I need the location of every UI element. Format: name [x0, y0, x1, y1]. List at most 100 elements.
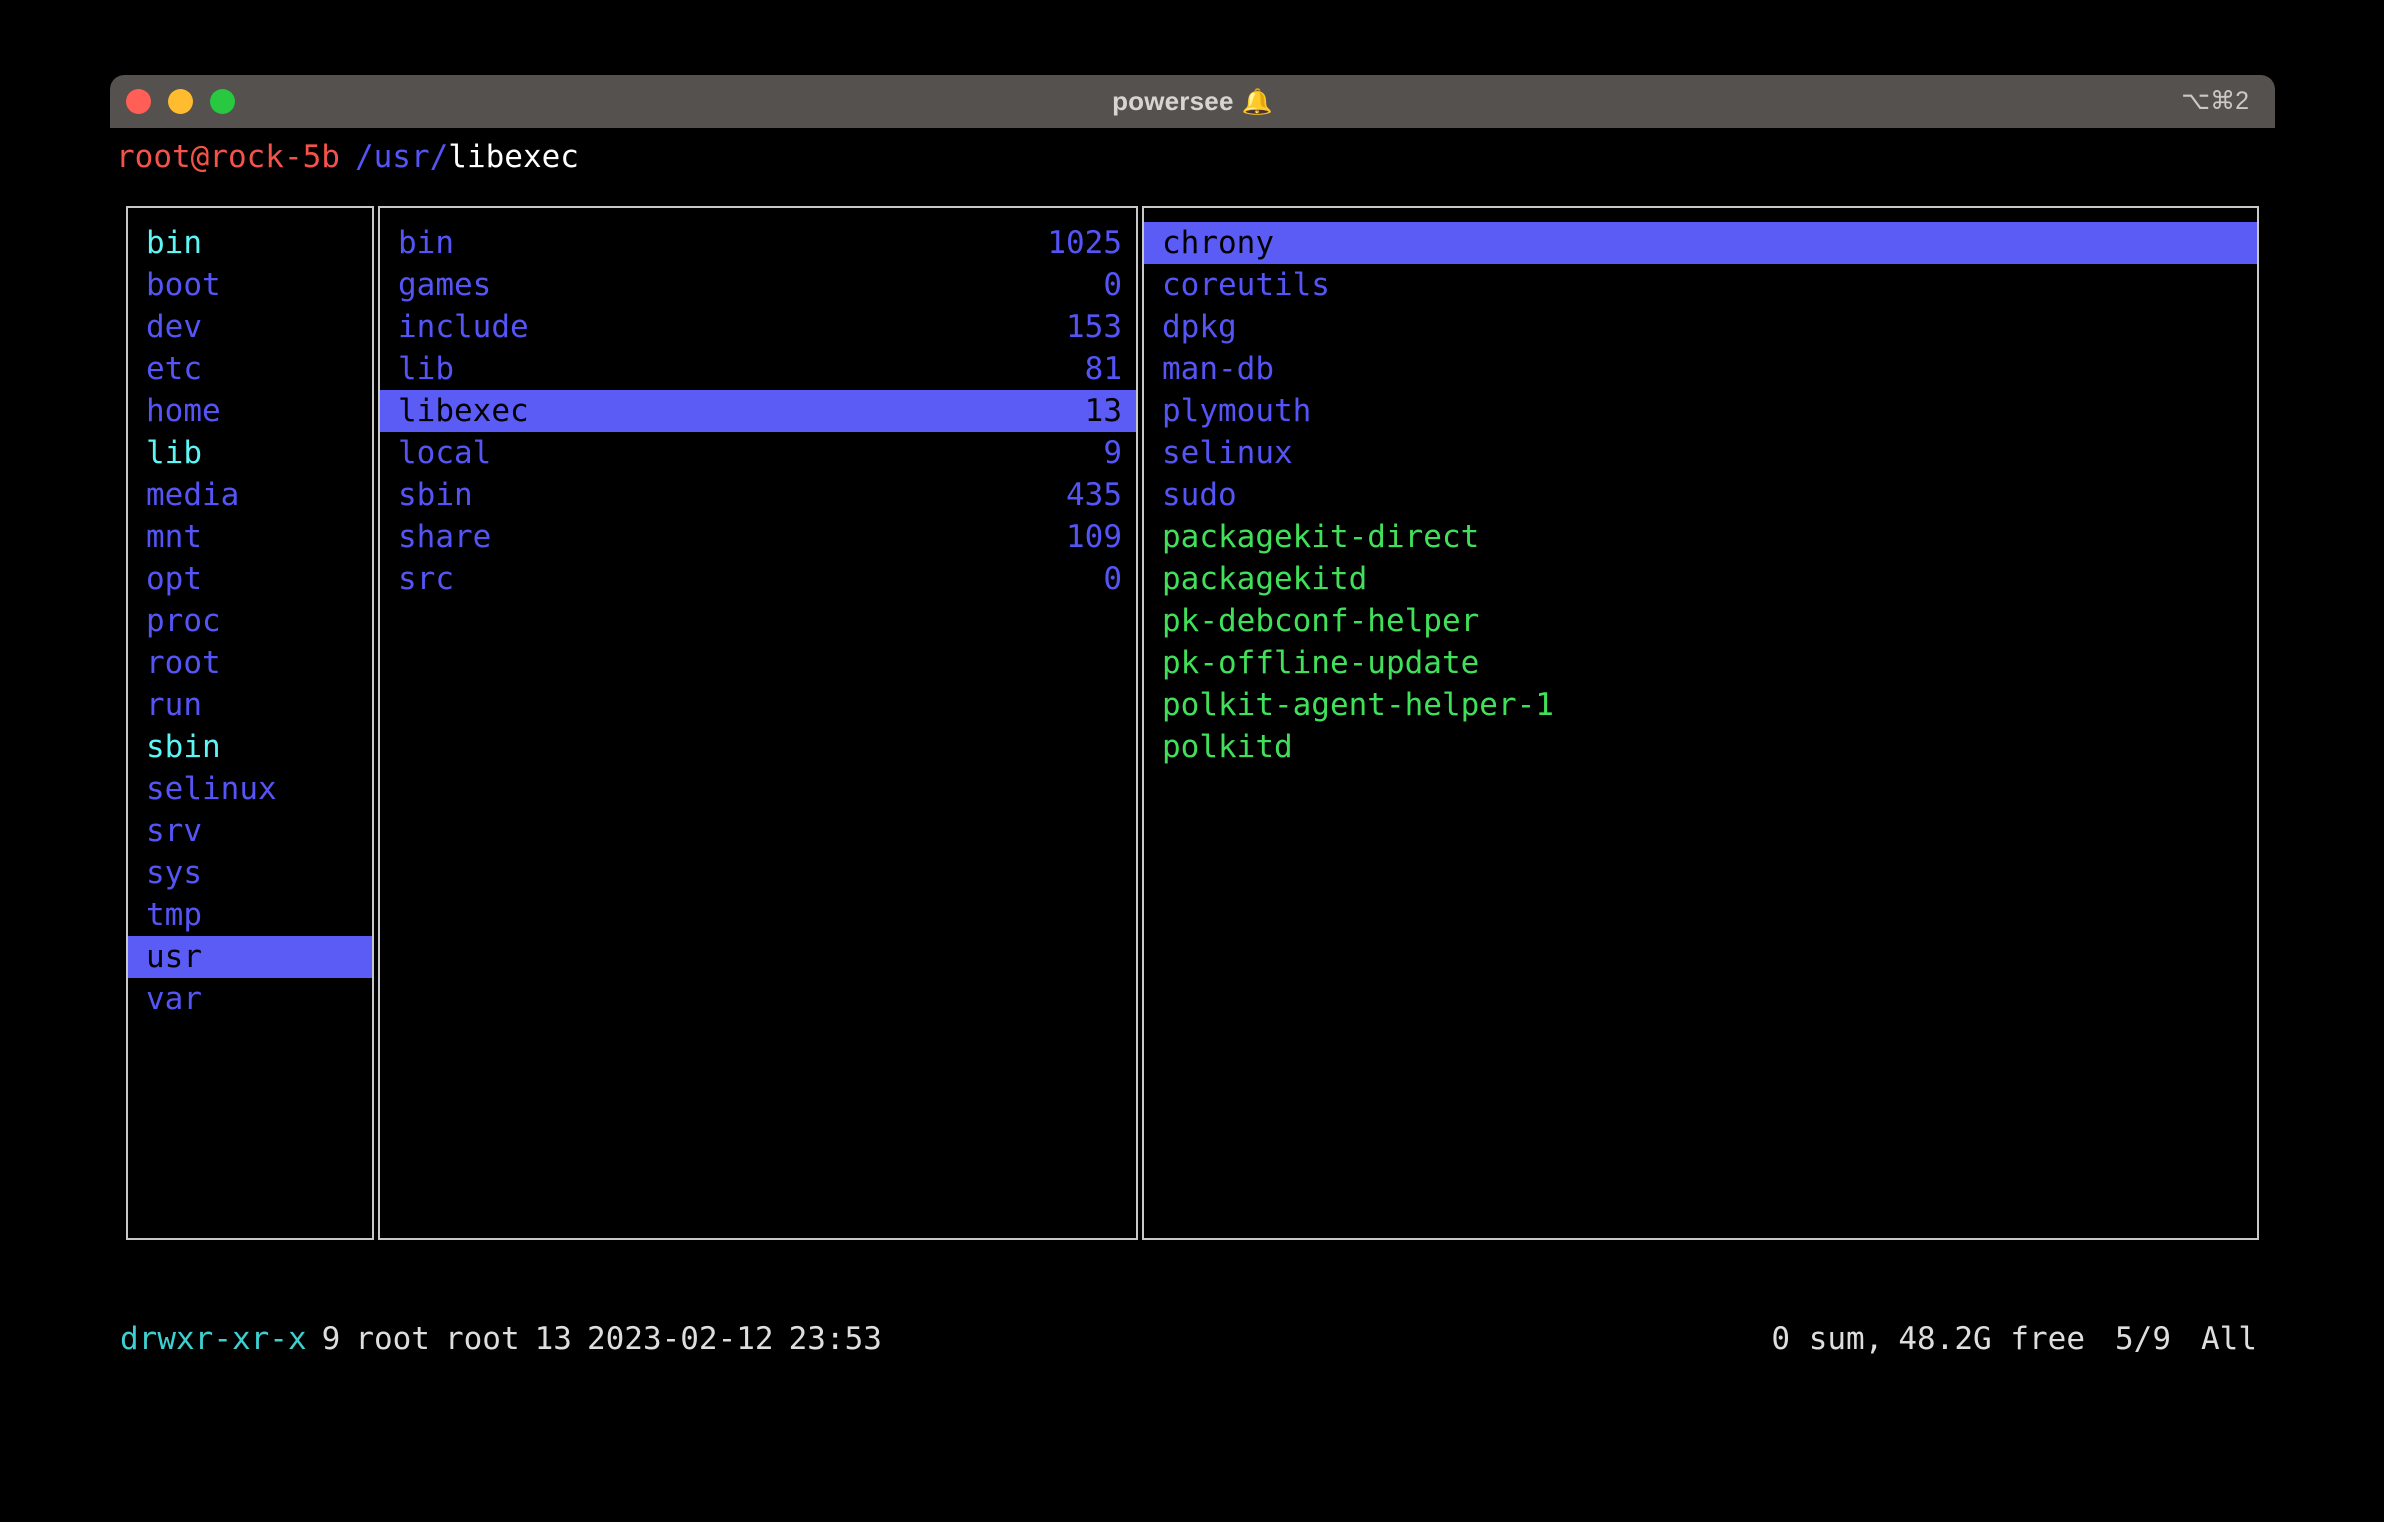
file-row[interactable]: dpkg: [1144, 306, 2257, 348]
file-name: var: [146, 981, 202, 1017]
file-size: 9: [1103, 435, 1122, 471]
column-root[interactable]: bin boot dev etc home lib media mnt opt proc root r…: [126, 206, 374, 1240]
file-row[interactable]: sudo: [1144, 474, 2257, 516]
shell-prompt-line: root@rock-5b/usr/libexec: [110, 128, 2275, 186]
file-name: polkitd: [1162, 729, 1293, 765]
file-size: 109: [1066, 519, 1122, 555]
bell-icon: 🔔: [1241, 88, 1273, 116]
status-link-count: 9: [321, 1321, 341, 1357]
column-usr[interactable]: bin 1025 games 0 include 153 lib 81 libexec 13 loc…: [378, 206, 1138, 1240]
file-row[interactable]: plymouth: [1144, 390, 2257, 432]
shortcut-badge: ⌥⌘2: [2181, 87, 2249, 115]
file-row[interactable]: chrony: [1144, 222, 2257, 264]
file-row[interactable]: bin: [128, 222, 372, 264]
file-row[interactable]: include 153: [380, 306, 1136, 348]
file-row[interactable]: dev: [128, 306, 372, 348]
status-time: 23:53: [788, 1321, 882, 1357]
file-name: dpkg: [1162, 309, 1237, 345]
file-name: mnt: [146, 519, 202, 555]
file-name: media: [146, 477, 240, 513]
file-row[interactable]: lib 81: [380, 348, 1136, 390]
file-name: polkit-agent-helper-1: [1162, 687, 1554, 723]
file-row[interactable]: pk-offline-update: [1144, 642, 2257, 684]
file-name: include: [398, 309, 529, 345]
file-row[interactable]: sbin 435: [380, 474, 1136, 516]
file-name: sys: [146, 855, 202, 891]
file-row[interactable]: opt: [128, 558, 372, 600]
file-row[interactable]: mnt: [128, 516, 372, 558]
file-row[interactable]: src 0: [380, 558, 1136, 600]
file-name: man-db: [1162, 351, 1274, 387]
file-size: 435: [1066, 477, 1122, 513]
file-row[interactable]: selinux: [1144, 432, 2257, 474]
file-name: bin: [398, 225, 454, 261]
file-name: root: [146, 645, 221, 681]
maximize-window-button[interactable]: [210, 89, 235, 114]
file-row[interactable]: libexec 13: [380, 390, 1136, 432]
file-row[interactable]: selinux: [128, 768, 372, 810]
file-row[interactable]: media: [128, 474, 372, 516]
file-row[interactable]: boot: [128, 264, 372, 306]
file-row[interactable]: polkitd: [1144, 726, 2257, 768]
file-browser-columns: bin boot dev etc home lib media mnt opt proc root r…: [126, 206, 2259, 1240]
file-row[interactable]: share 109: [380, 516, 1136, 558]
file-name: coreutils: [1162, 267, 1330, 303]
file-row[interactable]: srv: [128, 810, 372, 852]
window-titlebar: powersee 🔔 ⌥⌘2: [110, 75, 2275, 128]
file-name: pk-debconf-helper: [1162, 603, 1480, 639]
terminal-window: powersee 🔔 ⌥⌘2 root@rock-5b/usr/libexec b…: [110, 75, 2275, 1375]
file-row[interactable]: polkit-agent-helper-1: [1144, 684, 2257, 726]
file-size: 1025: [1047, 225, 1122, 261]
file-name: run: [146, 687, 202, 723]
file-row[interactable]: sbin: [128, 726, 372, 768]
file-name: lib: [146, 435, 202, 471]
file-row[interactable]: run: [128, 684, 372, 726]
column-libexec[interactable]: chrony coreutils dpkg man-db plymouth selinux…: [1142, 206, 2259, 1240]
file-name: packagekitd: [1162, 561, 1368, 597]
file-name: src: [398, 561, 454, 597]
status-scroll: All: [2201, 1321, 2257, 1357]
file-row[interactable]: coreutils: [1144, 264, 2257, 306]
file-name: local: [398, 435, 492, 471]
file-name: pk-offline-update: [1162, 645, 1480, 681]
file-row[interactable]: packagekitd: [1144, 558, 2257, 600]
file-size: 153: [1066, 309, 1122, 345]
status-file-details: drwxr-xr-x 9 root root 13 2023-02-12 23:53: [120, 1321, 1771, 1357]
file-row[interactable]: etc: [128, 348, 372, 390]
file-row[interactable]: lib: [128, 432, 372, 474]
prompt-path-leaf: libexec: [448, 139, 579, 175]
file-name: usr: [146, 939, 202, 975]
window-title: powersee 🔔: [110, 86, 2275, 117]
window-title-text: powersee: [1112, 86, 1234, 116]
file-row[interactable]: packagekit-direct: [1144, 516, 2257, 558]
file-name: dev: [146, 309, 202, 345]
file-name: tmp: [146, 897, 202, 933]
close-window-button[interactable]: [126, 89, 151, 114]
file-name: lib: [398, 351, 454, 387]
file-row[interactable]: bin 1025: [380, 222, 1136, 264]
file-row[interactable]: proc: [128, 600, 372, 642]
file-row[interactable]: var: [128, 978, 372, 1020]
file-row[interactable]: local 9: [380, 432, 1136, 474]
file-size: 0: [1103, 267, 1122, 303]
file-name: opt: [146, 561, 202, 597]
status-size: 13: [534, 1321, 572, 1357]
status-sum: 0 sum,: [1771, 1321, 1884, 1357]
status-group: root: [444, 1321, 520, 1357]
prompt-path-prefix: /usr/: [354, 139, 449, 175]
file-name: srv: [146, 813, 202, 849]
file-name: sbin: [146, 729, 221, 765]
file-row[interactable]: root: [128, 642, 372, 684]
file-row[interactable]: man-db: [1144, 348, 2257, 390]
file-row[interactable]: games 0: [380, 264, 1136, 306]
file-row[interactable]: tmp: [128, 894, 372, 936]
file-row[interactable]: pk-debconf-helper: [1144, 600, 2257, 642]
minimize-window-button[interactable]: [168, 89, 193, 114]
file-name: sudo: [1162, 477, 1237, 513]
status-summary: 0 sum, 48.2G free 5/9 All: [1771, 1321, 2257, 1357]
file-row[interactable]: home: [128, 390, 372, 432]
file-row[interactable]: usr: [128, 936, 372, 978]
file-name: etc: [146, 351, 202, 387]
file-name: selinux: [1162, 435, 1293, 471]
file-row[interactable]: sys: [128, 852, 372, 894]
